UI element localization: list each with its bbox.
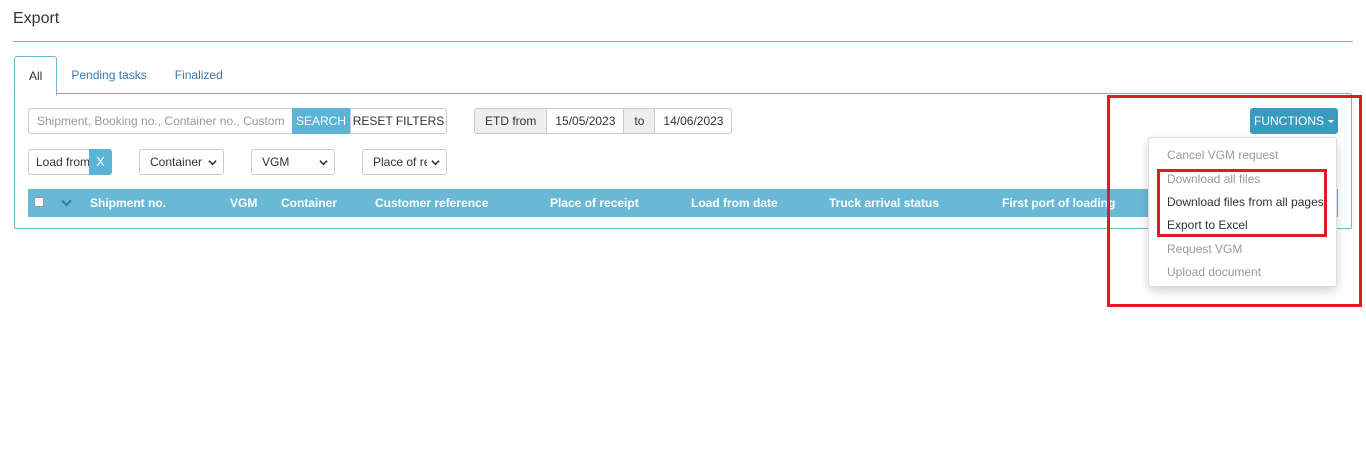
container-select-value: Container — [150, 155, 203, 169]
etd-to-date[interactable]: 14/06/2023 — [655, 108, 733, 134]
reset-filters-button[interactable]: RESET FILTERS — [350, 108, 447, 134]
column-customer-reference[interactable]: Customer reference — [375, 189, 488, 217]
column-shipment-no[interactable]: Shipment no. — [90, 189, 166, 217]
functions-menu: Cancel VGM request Download all files Do… — [1148, 137, 1337, 287]
etd-to-label: to — [624, 108, 656, 134]
vgm-select[interactable]: VGM — [251, 149, 335, 175]
column-first-port-of-loading[interactable]: First port of loading — [1002, 189, 1115, 217]
etd-from-label: ETD from — [474, 108, 548, 134]
search-button[interactable]: SEARCH — [292, 108, 350, 134]
chevron-down-icon[interactable] — [61, 199, 72, 207]
functions-button[interactable]: FUNCTIONS — [1250, 108, 1338, 134]
search-input[interactable] — [28, 108, 292, 134]
load-from-date-input[interactable]: Load from date — [28, 149, 89, 175]
functions-button-label: FUNCTIONS — [1254, 114, 1324, 128]
tab-pending-tasks[interactable]: Pending tasks — [57, 56, 160, 94]
tab-all[interactable]: All — [14, 56, 58, 96]
column-vgm[interactable]: VGM — [230, 189, 257, 217]
place-of-receipt-select[interactable]: Place of receipt — [362, 149, 447, 175]
menu-item-download-files-all-pages[interactable]: Download files from all pages — [1167, 195, 1324, 209]
column-container[interactable]: Container — [281, 189, 337, 217]
clear-load-date-button[interactable]: X — [89, 149, 112, 175]
vgm-select-value: VGM — [262, 155, 290, 169]
column-load-from-date[interactable]: Load from date — [691, 189, 778, 217]
column-truck-arrival-status[interactable]: Truck arrival status — [829, 189, 939, 217]
chevron-down-icon — [431, 160, 440, 166]
title-divider — [13, 41, 1353, 42]
place-select-value: Place of receipt — [373, 155, 427, 169]
caret-down-icon — [1328, 120, 1334, 124]
menu-item-download-all-files[interactable]: Download all files — [1167, 172, 1260, 186]
menu-item-request-vgm[interactable]: Request VGM — [1167, 242, 1242, 256]
page-title: Export — [13, 10, 60, 27]
tab-finalized[interactable]: Finalized — [161, 56, 237, 94]
etd-from-date[interactable]: 15/05/2023 — [547, 108, 625, 134]
column-place-of-receipt[interactable]: Place of receipt — [550, 189, 639, 217]
table-header: Shipment no. VGM Container Customer refe… — [28, 189, 1338, 217]
tab-bar: All Pending tasks Finalized — [14, 56, 237, 96]
chevron-down-icon — [319, 160, 328, 166]
menu-item-upload-document[interactable]: Upload document — [1167, 265, 1261, 279]
container-select[interactable]: Container — [139, 149, 224, 175]
select-all-checkbox[interactable] — [34, 197, 44, 207]
chevron-down-icon — [208, 160, 217, 166]
etd-range: ETD from 15/05/2023 to 14/06/2023 — [474, 108, 733, 134]
menu-item-cancel-vgm-request[interactable]: Cancel VGM request — [1167, 148, 1278, 162]
menu-item-export-to-excel[interactable]: Export to Excel — [1167, 218, 1248, 232]
